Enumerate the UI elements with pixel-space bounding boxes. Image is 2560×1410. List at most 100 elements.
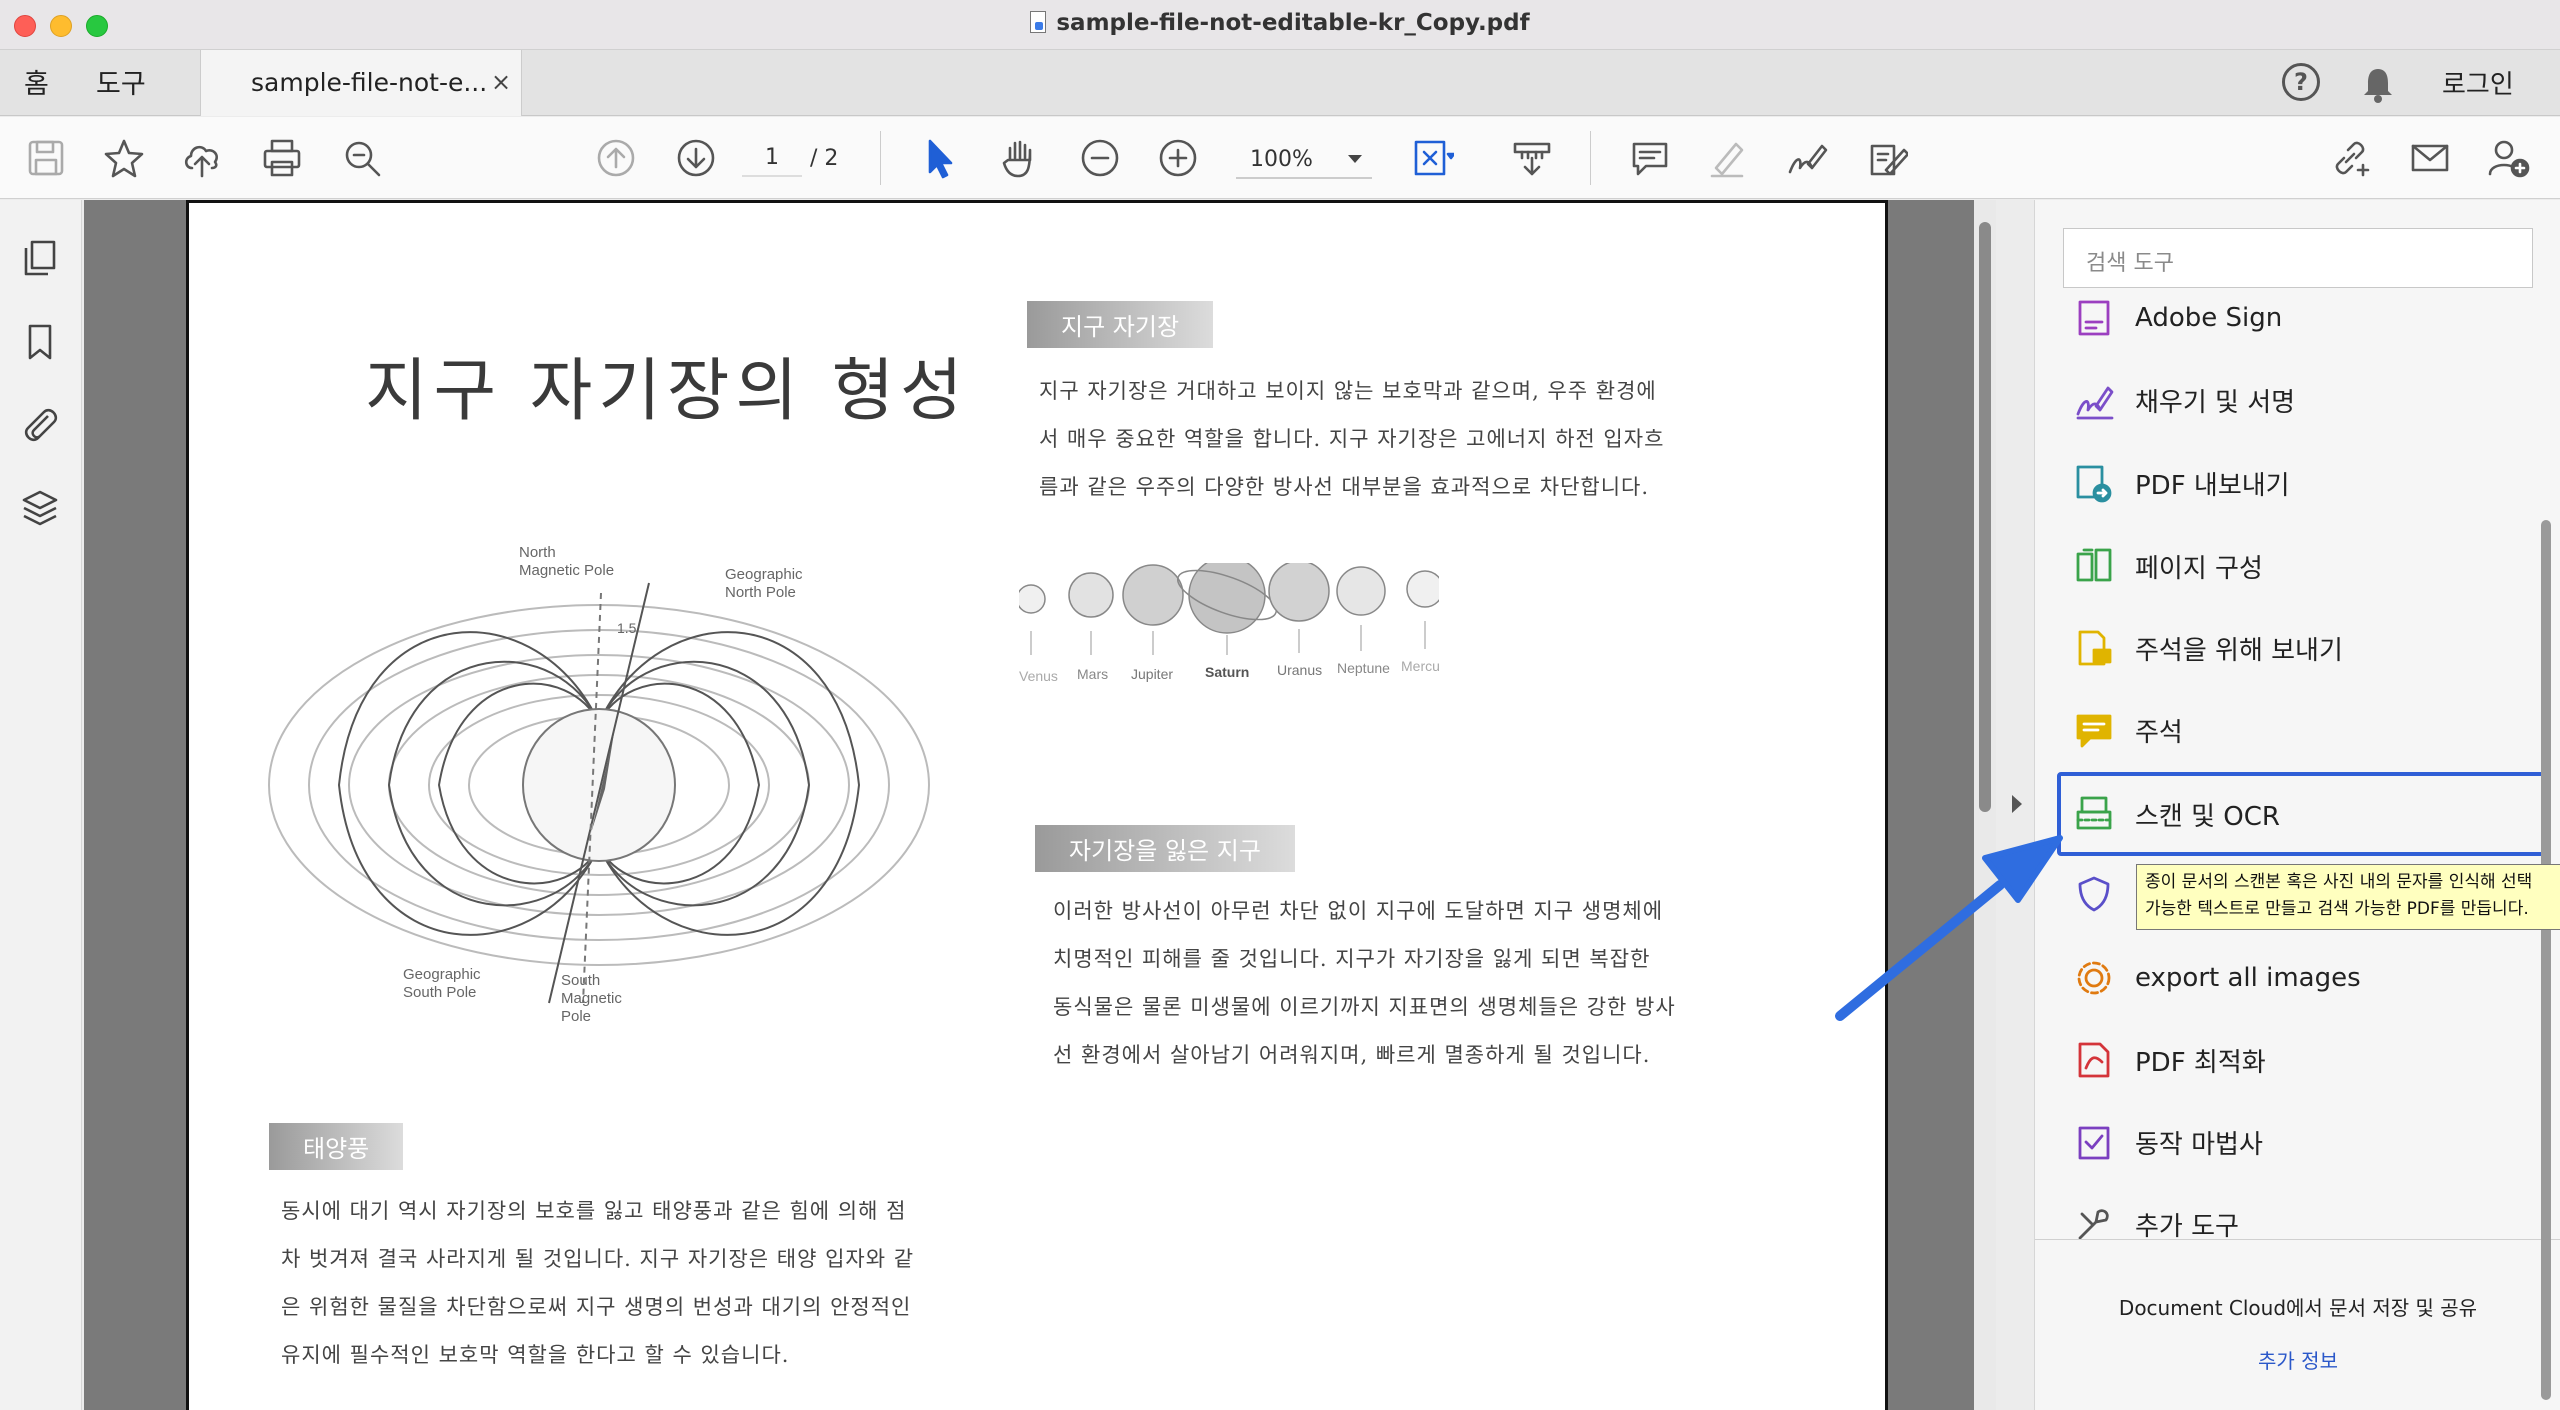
left-navigation-rail (0, 200, 82, 1410)
planet-row: Venus Mars Jupiter Saturn Uranus Neptune… (1019, 563, 1439, 684)
page-down-icon[interactable] (672, 134, 720, 182)
more-tools-icon (2073, 1203, 2115, 1239)
scan-ocr-icon (2073, 793, 2115, 835)
fit-page-icon[interactable] (1408, 134, 1456, 182)
tool-label: 주석 (2135, 717, 2183, 748)
tool-label: PDF 내보내기 (2135, 470, 2290, 501)
tool-export-pdf[interactable]: PDF 내보내기 (2073, 453, 2533, 513)
search-tools-input[interactable]: 검색 도구 (2063, 228, 2533, 288)
hand-icon[interactable] (996, 134, 1044, 182)
tool-export-all-images[interactable]: export all images (2073, 948, 2533, 1008)
tooltip-line: 종이 문서의 스캔본 혹은 사진 내의 문자를 인식해 선택 (2145, 872, 2533, 892)
section-body-magnetic-field: 지구 자기장은 거대하고 보이지 않는 보호막과 같으며, 우주 환경에 서 매… (1039, 367, 1664, 511)
bookmark-icon[interactable] (20, 322, 62, 364)
document-scrollbar[interactable] (1974, 200, 1996, 1410)
tools-panel: 검색 도구 Adobe Sign 채우기 및 서명 PDF 내보내기 페이지 구… (2034, 200, 2560, 1410)
tool-label: 스캔 및 OCR (2135, 801, 2280, 832)
highlight-icon[interactable] (1704, 134, 1752, 182)
text-line: 은 위험한 물질을 차단함으로써 지구 생명의 번성과 대기의 안정적인 (281, 1295, 912, 1319)
page-number-input[interactable]: 1 (742, 139, 802, 177)
pdf-file-icon (1030, 11, 1047, 33)
text-line: 치명적인 피해를 줄 것입니다. 지구가 자기장을 잃게 되면 복잡한 (1053, 947, 1651, 971)
star-icon[interactable] (100, 134, 148, 182)
tool-adobe-sign[interactable]: Adobe Sign (2073, 296, 2533, 348)
login-link[interactable]: 로그인 (2442, 64, 2514, 101)
section-body-lost-field: 이러한 방사선이 아무런 차단 없이 지구에 도달하면 지구 생명체에 치명적인… (1053, 887, 1676, 1079)
save-icon[interactable] (22, 134, 70, 182)
label-geo-south-1: Geographic (403, 966, 481, 983)
more-info-link[interactable]: 추가 정보 (2035, 1345, 2560, 1374)
edit-pdf-icon[interactable] (1862, 134, 1910, 182)
section-label-magnetic-field: 지구 자기장 (1027, 301, 1214, 348)
text-line: 동시에 대기 역시 자기장의 보호를 잃고 태양풍과 같은 힘에 의해 점 (281, 1199, 907, 1223)
tool-fill-sign[interactable]: 채우기 및 서명 (2073, 370, 2533, 430)
title-bar: sample-file-not-editable-kr_Copy.pdf (0, 0, 2560, 50)
label-south-magnetic-2: Magnetic (561, 990, 622, 1007)
scrollbar-thumb[interactable] (1979, 222, 1991, 812)
tool-label: PDF 최적화 (2135, 1047, 2266, 1078)
label-geo-north-1: Geographic (725, 566, 803, 583)
magnetic-field-diagram: North Magnetic Pole Geographic North Pol… (268, 544, 930, 1025)
tooltip-line: 가능한 텍스트로 만들고 검색 가능한 PDF를 만듭니다. (2145, 899, 2529, 919)
tab-close-icon[interactable]: × (491, 68, 511, 96)
share-link-icon[interactable] (2326, 134, 2374, 182)
zoom-in-icon[interactable] (1154, 134, 1202, 182)
upload-cloud-icon[interactable] (178, 134, 226, 182)
tool-organize-pages[interactable]: 페이지 구성 (2073, 536, 2533, 596)
select-arrow-icon[interactable] (916, 134, 964, 182)
read-mode-icon[interactable] (1508, 134, 1556, 182)
tool-action-wizard[interactable]: 동작 마법사 (2073, 1112, 2533, 1172)
layers-icon[interactable] (20, 488, 62, 530)
planet-label-jupiter: Jupiter (1131, 666, 1173, 682)
text-line: 동식물은 물론 미생물에 이르기까지 지표면의 생명체들은 강한 방사 (1053, 995, 1676, 1019)
scan-ocr-tooltip: 종이 문서의 스캔본 혹은 사진 내의 문자를 인식해 선택 가능한 텍스트로 … (2136, 864, 2560, 930)
planet-label-mercury: Mercury (1401, 658, 1439, 674)
section-label-lost-field: 자기장을 잃은 지구 (1035, 825, 1295, 872)
label-north-magnetic-1: North (519, 544, 556, 561)
text-line: 유지에 필수적인 보호막 역할을 한다고 할 수 있습니다. (281, 1343, 790, 1367)
tool-label: export all images (2135, 963, 2361, 993)
print-icon[interactable] (258, 134, 306, 182)
label-north-magnetic-2: Magnetic Pole (519, 562, 614, 579)
tab-document[interactable]: sample-file-not-e... × (200, 50, 522, 116)
text-line: 서 매우 중요한 역할을 합니다. 지구 자기장은 고에너지 하전 입자흐 (1039, 427, 1665, 451)
zoom-out-icon[interactable] (1076, 134, 1124, 182)
tab-tools[interactable]: 도구 (96, 62, 146, 101)
pdf-page: 지구 자기장의 형성 지구 자기장 지구 자기장은 거대하고 보이지 않는 보호… (186, 200, 1888, 1410)
tool-send-for-comments[interactable]: 주석을 위해 보내기 (2073, 618, 2533, 678)
tool-comment[interactable]: 주석 (2073, 700, 2533, 760)
help-icon[interactable]: ? (2282, 63, 2320, 101)
email-icon[interactable] (2406, 134, 2454, 182)
tools-panel-scrollbar[interactable] (2541, 520, 2551, 1400)
tool-scan-ocr[interactable]: 스캔 및 OCR (2057, 772, 2547, 856)
document-viewer[interactable]: 지구 자기장의 형성 지구 자기장 지구 자기장은 거대하고 보이지 않는 보호… (84, 200, 1980, 1410)
tab-home[interactable]: 홈 (24, 62, 49, 101)
document-cloud-text: Document Cloud에서 문서 저장 및 공유 (2118, 1296, 2478, 1320)
text-line: 름과 같은 우주의 다양한 방사선 대부분을 효과적으로 차단합니다. (1039, 475, 1650, 499)
tool-more-tools[interactable]: 추가 도구 (2073, 1194, 2533, 1239)
page-thumbnails-icon[interactable] (20, 238, 62, 280)
add-user-icon[interactable] (2484, 134, 2532, 182)
protect-icon (2073, 873, 2115, 915)
page-total: / 2 (810, 146, 839, 171)
comment-icon[interactable] (1626, 134, 1674, 182)
attachment-icon[interactable] (20, 404, 62, 446)
tool-optimize-pdf[interactable]: PDF 최적화 (2073, 1030, 2533, 1090)
tab-document-label: sample-file-not-e... (251, 68, 488, 97)
planet-label-mars: Mars (1077, 666, 1108, 682)
bell-icon[interactable] (2358, 64, 2398, 104)
zoom-select[interactable]: 100% (1236, 139, 1372, 179)
label-geo-south-2: South Pole (403, 984, 476, 1001)
export-pdf-icon (2073, 462, 2115, 504)
section-body-solar-wind: 동시에 대기 역시 자기장의 보호를 잃고 태양풍과 같은 힘에 의해 점 차 … (281, 1187, 914, 1379)
label-angle: 1.5 (617, 620, 637, 636)
sign-icon[interactable] (1782, 134, 1830, 182)
gear-export-icon (2073, 957, 2115, 999)
text-line: 지구 자기장은 거대하고 보이지 않는 보호막과 같으며, 우주 환경에 (1039, 379, 1657, 403)
planet-label-saturn: Saturn (1205, 664, 1249, 680)
page-up-icon[interactable] (592, 134, 640, 182)
zoom-search-icon[interactable] (338, 134, 386, 182)
document-title: 지구 자기장의 형성 (365, 352, 969, 431)
tool-label: Adobe Sign (2135, 303, 2283, 333)
expand-right-panel-icon[interactable] (2012, 795, 2022, 813)
